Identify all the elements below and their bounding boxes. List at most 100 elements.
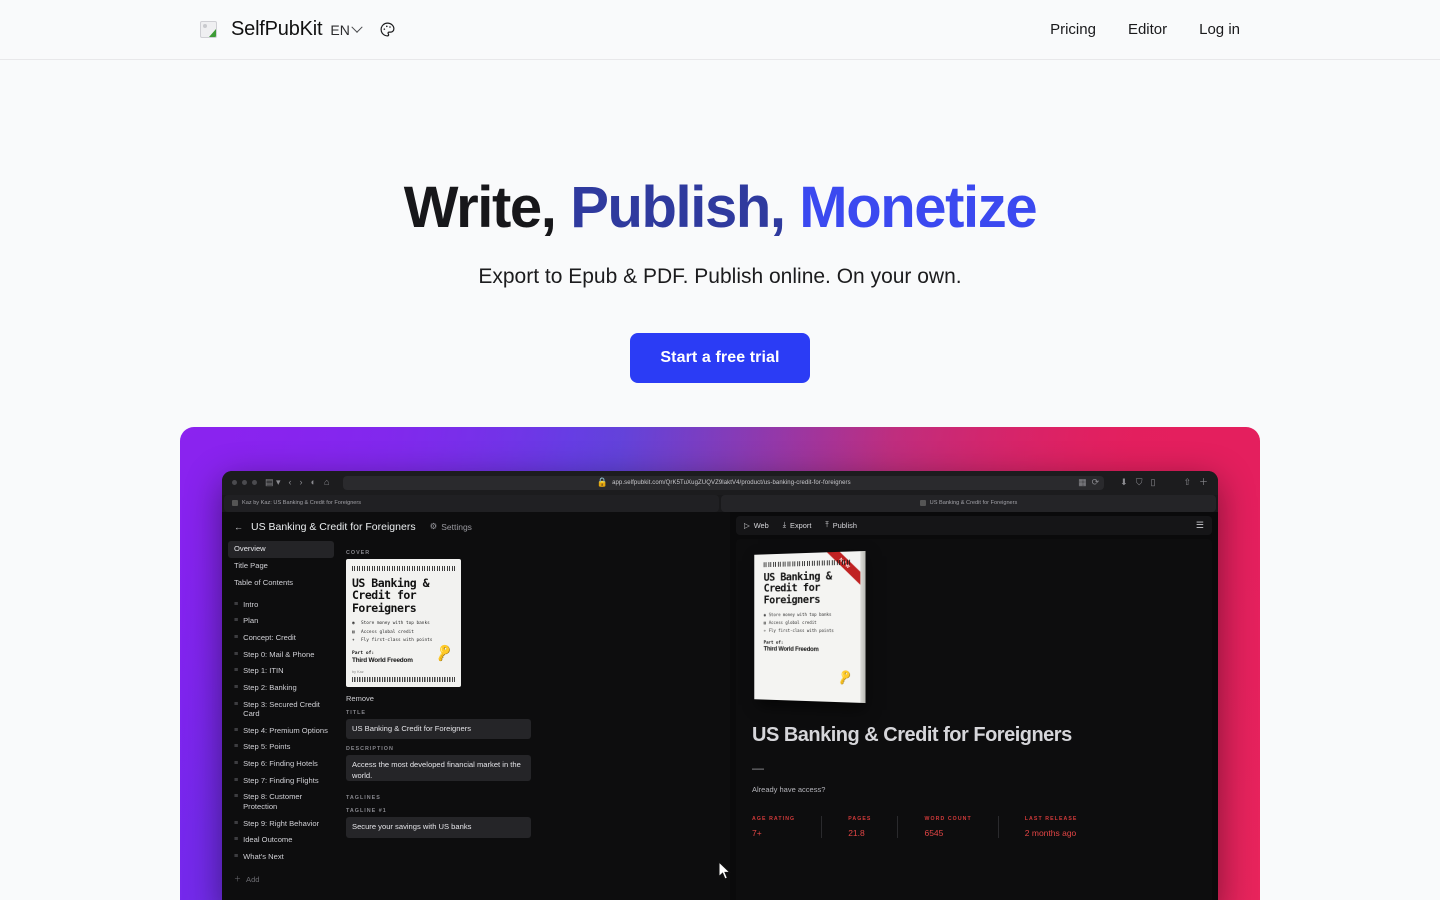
plus-icon[interactable]: ＋ (1199, 478, 1208, 487)
contrast-icon[interactable]: ◐ (311, 478, 316, 487)
cover-bullet-3: ✈ Fly first-class with points (352, 638, 455, 643)
drag-handle-icon[interactable]: ≡ (234, 792, 238, 801)
editor-columns: Overview Title Page Table of Contents ≡ … (222, 539, 727, 900)
toc-item-intro[interactable]: ≡ Intro (228, 596, 334, 613)
cover-bullet-2: ▤ Access global credit (352, 630, 455, 635)
toc-item-step-8[interactable]: ≡ Step 8: Customer Protection (228, 789, 334, 815)
toc-item-step-4[interactable]: ≡ Step 4: Premium Options (228, 722, 334, 739)
shield-icon[interactable]: ⛉ (1136, 478, 1143, 487)
drag-handle-icon[interactable]: ≡ (234, 683, 238, 692)
toc-item-step-3[interactable]: ≡ Step 3: Secured Credit Card (228, 696, 334, 722)
new-ribbon-label: NEW (825, 551, 861, 585)
stat-last-release-key: LAST RELEASE (1024, 815, 1078, 822)
drag-handle-icon[interactable]: ≡ (234, 776, 238, 785)
toc-item-step-9[interactable]: ≡ Step 9: Right Behavior (228, 815, 334, 832)
browser-toolbar: ▤ ▾ ‹ › ◐ ⌂ 🔒 app.selfpubkit.com/QrK5TuX… (222, 470, 1218, 495)
toc-item-label: Step 7: Finding Flights (243, 775, 319, 785)
taglines-section-label: TAGLINES (346, 795, 381, 802)
book-bullet-1: ◉ Store money with top banks (764, 612, 852, 617)
cover-preview[interactable]: US Banking & Credit for Foreigners ◉ Sto… (346, 558, 461, 688)
hamburger-icon[interactable]: ☰ (1196, 520, 1204, 531)
share-icon[interactable]: ⇧ (1183, 478, 1191, 487)
reader-icon[interactable]: ⌂ (324, 478, 329, 487)
start-free-trial-button[interactable]: Start a free trial (630, 332, 810, 383)
browser-tab-2-label: US Banking & Credit for Foreigners (929, 500, 1018, 507)
chevron-right-icon[interactable]: › (300, 478, 303, 487)
browser-tab-1[interactable]: Kaz by Kaz: US Banking & Credit for Fore… (224, 494, 719, 512)
toc-item-step-6[interactable]: ≡ Step 6: Finding Hotels (228, 755, 334, 772)
nav-link-pricing[interactable]: Pricing (1050, 21, 1096, 38)
tab-publish[interactable]: ⤒ Publish (825, 520, 857, 530)
sidebar-toggle-icon[interactable]: ▤ ▾ (265, 478, 281, 487)
reload-icon[interactable]: ⟳ (1092, 478, 1100, 487)
toc-item-label: Step 9: Right Behavior (243, 818, 320, 828)
toc-item-label: Overview (234, 544, 266, 554)
toc-item-label: Ideal Outcome (243, 835, 293, 845)
tab-publish-label: Publish (832, 520, 857, 530)
toc-item-plan[interactable]: ≡ Plan (228, 613, 334, 630)
brand-group[interactable]: SelfPubKit (200, 18, 323, 41)
description-input[interactable]: Access the most developed financial mark… (346, 755, 531, 782)
settings-label: Settings (441, 521, 472, 532)
gear-icon: ⚙ (429, 521, 438, 532)
drag-handle-icon[interactable]: ≡ (234, 600, 238, 609)
already-have-access-link[interactable]: Already have access? (752, 785, 1196, 794)
toc-item-overview[interactable]: Overview (228, 540, 334, 558)
toc-item-ideal-outcome[interactable]: ≡ Ideal Outcome (228, 832, 334, 849)
browser-tab-2[interactable]: US Banking & Credit for Foreigners (721, 494, 1216, 512)
nav-link-login[interactable]: Log in (1199, 21, 1240, 38)
toc-item-step-7[interactable]: ≡ Step 7: Finding Flights (228, 772, 334, 789)
language-selector[interactable]: EN (330, 21, 363, 38)
puzzle-icon[interactable]: ▦ (1078, 478, 1087, 487)
theme-toggle-button[interactable] (379, 21, 396, 38)
cover-title: US Banking & Credit for Foreigners (352, 575, 430, 615)
book-series-block: Part of: Third World Freedom (764, 641, 852, 654)
remove-cover-button[interactable]: Remove (346, 694, 719, 703)
arrow-left-icon[interactable]: ← (234, 522, 243, 532)
headline-word-monetize: Monetize (799, 175, 1037, 240)
chevron-left-icon[interactable]: ‹ (289, 478, 292, 487)
title-input[interactable]: US Banking & Credit for Foreigners (346, 719, 531, 740)
settings-button[interactable]: ⚙ Settings (430, 521, 472, 532)
drag-handle-icon[interactable]: ≡ (234, 616, 238, 625)
drag-handle-icon[interactable]: ≡ (234, 835, 238, 844)
drag-handle-icon[interactable]: ≡ (234, 759, 238, 768)
drag-handle-icon[interactable]: ≡ (234, 666, 238, 675)
drag-handle-icon[interactable]: ≡ (234, 650, 238, 659)
headline-word-write: Write, (403, 175, 557, 240)
toc-item-whats-next[interactable]: ≡ What's Next (228, 848, 334, 865)
drag-handle-icon[interactable]: ≡ (234, 633, 238, 642)
drag-handle-icon[interactable]: ≡ (234, 852, 238, 861)
tagline1-input[interactable]: Secure your savings with US banks (346, 817, 531, 838)
download-icon[interactable]: ⬇ (1120, 478, 1128, 487)
drag-handle-icon[interactable]: ≡ (234, 726, 238, 735)
book-bullet-2: ▤ Access global credit (764, 620, 852, 625)
address-bar[interactable]: 🔒 app.selfpubkit.com/QrK5TuXugZUQVZ9lakt… (343, 475, 1105, 490)
toc-item-step-1[interactable]: ≡ Step 1: ITIN (228, 663, 334, 680)
drag-handle-icon[interactable]: ≡ (234, 700, 238, 709)
drag-handle-icon[interactable]: ≡ (234, 742, 238, 751)
table-of-contents-list: Overview Title Page Table of Contents ≡ … (222, 539, 340, 900)
reader-mode-icon[interactable]: ▯ (1150, 478, 1155, 487)
toc-item-label: Step 3: Secured Credit Card (243, 699, 320, 719)
add-section-button[interactable]: ＋ Add (228, 871, 334, 888)
toc-item-title-page[interactable]: Title Page (228, 558, 334, 575)
app-body: ← US Banking & Credit for Foreigners ⚙ S… (222, 511, 1218, 900)
toc-item-step-5[interactable]: ≡ Step 5: Points (228, 739, 334, 756)
toc-item-step-2[interactable]: ≡ Step 2: Banking (228, 679, 334, 696)
toc-item-table-of-contents[interactable]: Table of Contents (228, 574, 334, 591)
editor-pane: ← US Banking & Credit for Foreigners ⚙ S… (222, 511, 727, 900)
tab-export[interactable]: ⤓ Export (783, 520, 812, 530)
page-title: Write, Publish, Monetize (0, 175, 1440, 240)
drag-handle-icon[interactable]: ≡ (234, 819, 238, 828)
window-traffic-lights[interactable] (232, 480, 257, 486)
barcode-graphic (352, 565, 455, 571)
toc-item-concept-credit[interactable]: ≡ Concept: Credit (228, 629, 334, 646)
nav-link-editor[interactable]: Editor (1128, 21, 1167, 38)
add-section-label: Add (246, 874, 260, 884)
stat-word-count-key: WORD COUNT (924, 815, 972, 822)
cover-bullet-1: ◉ Store money with top banks (352, 621, 455, 626)
tab-web[interactable]: ▷ Web (744, 521, 769, 530)
browser-window-mockup: ▤ ▾ ‹ › ◐ ⌂ 🔒 app.selfpubkit.com/QrK5TuX… (222, 470, 1218, 900)
toc-item-step-0[interactable]: ≡ Step 0: Mail & Phone (228, 646, 334, 663)
